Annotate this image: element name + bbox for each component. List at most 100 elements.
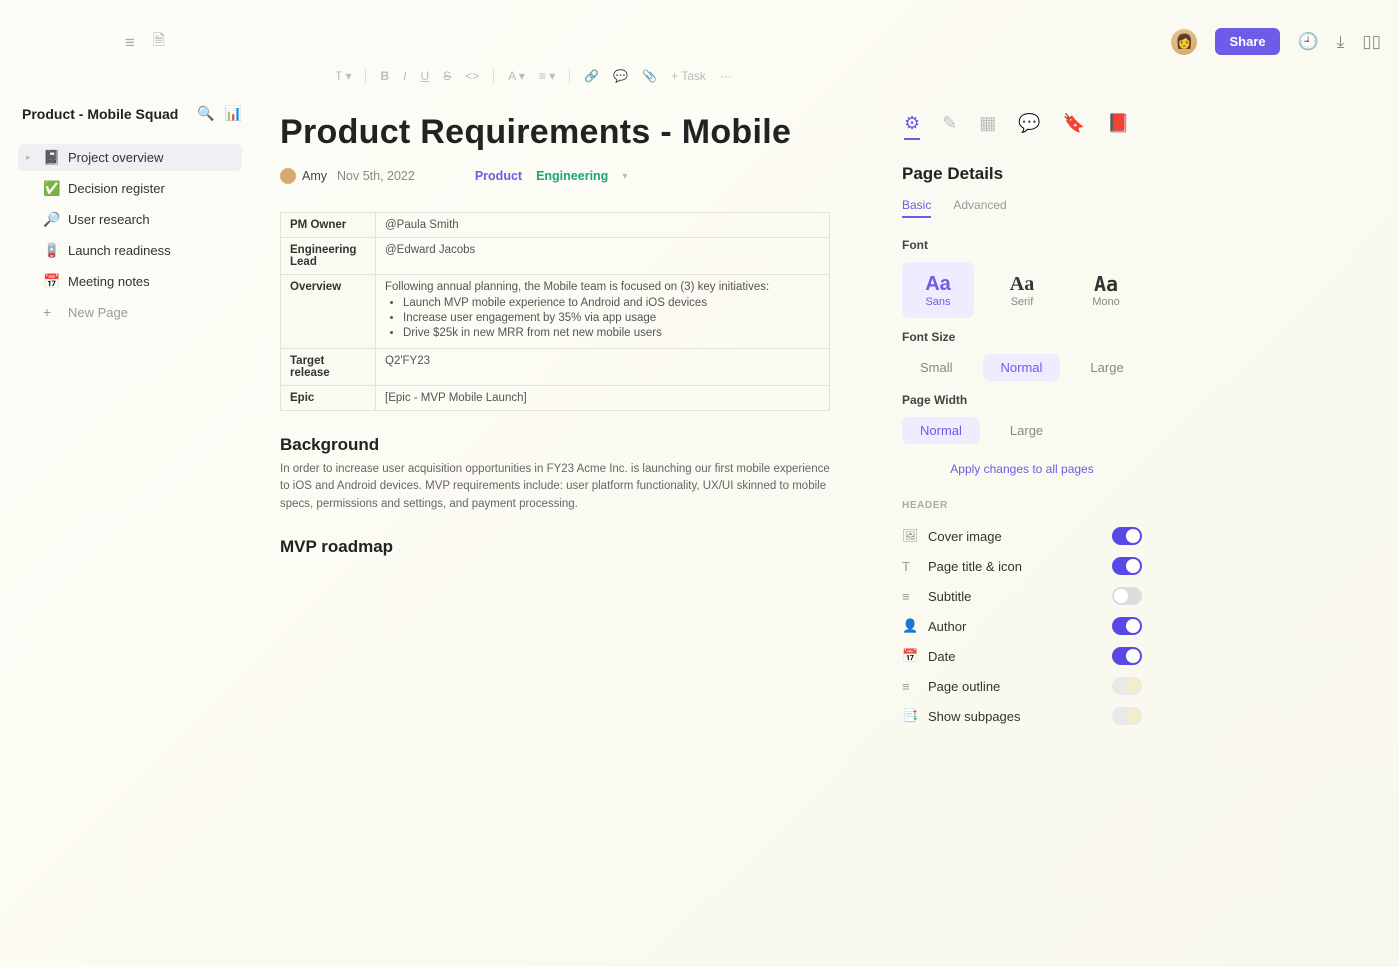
comment-button[interactable]: 💬	[613, 69, 628, 83]
toggle-row-show-subpages: 📑Show subpages	[902, 701, 1142, 731]
sidebar-item-user-research[interactable]: 🔎 User research	[18, 206, 242, 233]
subtab-advanced[interactable]: Advanced	[953, 198, 1006, 218]
workspace-title: Product - Mobile Squad	[22, 106, 187, 122]
tab-edit[interactable]: ✎	[942, 113, 957, 140]
font-option-serif[interactable]: AaSerif	[986, 262, 1058, 318]
toggle-label: Date	[928, 649, 955, 664]
val-target[interactable]: Q2'FY23	[376, 349, 830, 386]
sidebar-item-label: User research	[68, 212, 150, 227]
list-button[interactable]: ≡ ▾	[539, 69, 555, 83]
menu-icon[interactable]: ≡	[125, 33, 135, 53]
toggle-row-cover-image: 🖼Cover image	[902, 521, 1142, 551]
toggle-switch[interactable]	[1112, 677, 1142, 695]
heading-background[interactable]: Background	[280, 435, 830, 455]
more-button[interactable]: ···	[720, 69, 732, 83]
font-option-mono[interactable]: AaMono	[1070, 262, 1142, 318]
toggle-switch[interactable]	[1112, 617, 1142, 635]
key-eng-lead: Engineering Lead	[281, 238, 376, 275]
link-button[interactable]: 🔗	[584, 69, 599, 83]
toggle-switch[interactable]	[1112, 707, 1142, 725]
toggle-label: Author	[928, 619, 966, 634]
page-title[interactable]: Product Requirements - Mobile	[280, 113, 830, 152]
notebook-icon: 📓	[43, 149, 59, 166]
key-pm-owner: PM Owner	[281, 213, 376, 238]
stats-icon[interactable]: 📊	[225, 105, 242, 122]
insert-button[interactable]: 📎	[642, 69, 657, 83]
page-date: Nov 5th, 2022	[337, 169, 415, 183]
right-panel: ⚙ ✎ ▦ 💬 🔖 📕 Page Details Basic Advanced …	[890, 55, 1160, 967]
tab-bookmark[interactable]: 🔖	[1063, 113, 1085, 140]
key-epic: Epic	[281, 386, 376, 411]
toggle-icon: ≡	[902, 589, 918, 604]
sidebar-item-launch-readiness[interactable]: 🪫 Launch readiness	[18, 237, 242, 264]
info-table: PM Owner @Paula Smith Engineering Lead @…	[280, 212, 830, 411]
toggle-icon: 🖼	[902, 528, 918, 544]
italic-button[interactable]: I	[403, 69, 406, 83]
book-icon[interactable]: ▯▯	[1362, 32, 1381, 52]
table-row: Epic [Epic - MVP Mobile Launch]	[281, 386, 830, 411]
check-icon: ✅	[43, 180, 59, 197]
val-epic[interactable]: [Epic - MVP Mobile Launch]	[376, 386, 830, 411]
heading-mvp-roadmap[interactable]: MVP roadmap	[280, 537, 830, 557]
size-small[interactable]: Small	[902, 354, 971, 381]
toggle-label: Subtitle	[928, 589, 971, 604]
page-width-label: Page Width	[902, 393, 1142, 407]
calendar-icon: 📅	[43, 273, 59, 290]
clock-icon[interactable]: 🕘	[1298, 32, 1319, 52]
task-button[interactable]: + Task	[671, 69, 706, 83]
toggle-icon: ≡	[902, 679, 918, 694]
font-size-label: Font Size	[902, 330, 1142, 344]
sidebar-item-decision-register[interactable]: ✅ Decision register	[18, 175, 242, 202]
tag-engineering[interactable]: Engineering	[536, 169, 608, 183]
sidebar-item-project-overview[interactable]: ▸ 📓 Project overview	[18, 144, 242, 171]
toggle-row-page-title-icon: TPage title & icon	[902, 551, 1142, 581]
list-item: Drive $25k in new MRR from net new mobil…	[403, 327, 820, 339]
underline-button[interactable]: U	[421, 69, 430, 83]
page-meta: Amy Nov 5th, 2022 Product Engineering ▾	[280, 168, 830, 184]
val-eng-lead[interactable]: @Edward Jacobs	[376, 238, 830, 275]
background-text[interactable]: In order to increase user acquisition op…	[280, 461, 830, 513]
table-row: PM Owner @Paula Smith	[281, 213, 830, 238]
toggle-row-author: 👤Author	[902, 611, 1142, 641]
code-button[interactable]: <>	[465, 69, 479, 83]
search-icon[interactable]: 🔍	[197, 105, 214, 122]
apply-all-link[interactable]: Apply changes to all pages	[902, 462, 1142, 476]
tag-caret-icon[interactable]: ▾	[622, 171, 627, 182]
avatar[interactable]: 👩	[1171, 29, 1197, 55]
width-large[interactable]: Large	[992, 417, 1061, 444]
color-button[interactable]: A ▾	[508, 69, 525, 83]
doc-icon[interactable]: 🗎	[153, 30, 165, 55]
list-item: Increase user engagement by 35% via app …	[403, 312, 820, 324]
toggle-row-page-outline: ≡Page outline	[902, 671, 1142, 701]
tab-settings[interactable]: ⚙	[904, 113, 920, 140]
sidebar-item-label: Decision register	[68, 181, 165, 196]
subtab-basic[interactable]: Basic	[902, 198, 931, 218]
tab-book[interactable]: 📕	[1107, 113, 1129, 140]
tag-product[interactable]: Product	[475, 169, 522, 183]
toggle-switch[interactable]	[1112, 557, 1142, 575]
strike-button[interactable]: S	[443, 69, 451, 83]
size-normal[interactable]: Normal	[983, 354, 1061, 381]
sidebar-item-meeting-notes[interactable]: 📅 Meeting notes	[18, 268, 242, 295]
download-icon[interactable]: ⤓	[1337, 32, 1345, 52]
sidebar: Product - Mobile Squad 🔍 📊 ▸ 📓 Project o…	[0, 55, 250, 967]
tab-blocks[interactable]: ▦	[979, 113, 996, 140]
toggle-label: Show subpages	[928, 709, 1021, 724]
new-page-button[interactable]: + New Page	[18, 299, 242, 325]
bold-button[interactable]: B	[380, 69, 389, 83]
key-overview: Overview	[281, 275, 376, 349]
share-button[interactable]: Share	[1215, 28, 1279, 55]
val-pm-owner[interactable]: @Paula Smith	[376, 213, 830, 238]
font-option-sans[interactable]: AaSans	[902, 262, 974, 318]
subtabs: Basic Advanced	[902, 198, 1142, 218]
val-overview[interactable]: Following annual planning, the Mobile te…	[376, 275, 830, 349]
toggle-switch[interactable]	[1112, 587, 1142, 605]
toggle-switch[interactable]	[1112, 647, 1142, 665]
author[interactable]: Amy	[280, 168, 327, 184]
size-large[interactable]: Large	[1072, 354, 1141, 381]
text-style-button[interactable]: T ▾	[335, 69, 351, 83]
toggle-switch[interactable]	[1112, 527, 1142, 545]
tab-comments[interactable]: 💬	[1018, 113, 1040, 140]
width-normal[interactable]: Normal	[902, 417, 980, 444]
magnifier-icon: 🔎	[43, 211, 59, 228]
